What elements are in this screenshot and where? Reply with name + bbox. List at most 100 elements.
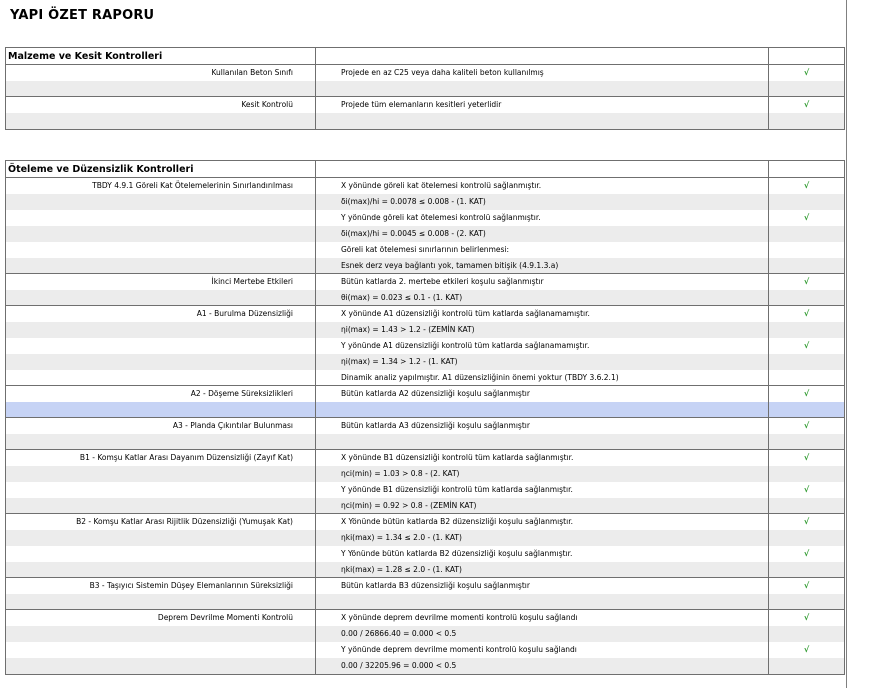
check-row-b2-komsu-katlar-arasi-rijitlik-duzensizl: B2 - Komşu Katlar Arası Rijitlik Düzensi… [6,514,844,530]
check-result-text [316,402,769,417]
check-label: B2 - Komşu Katlar Arası Rijitlik Düzensi… [6,514,316,530]
check-result-text: δi(max)/hi = 0.0078 ≤ 0.008 - (1. KAT) [316,194,769,210]
check-row-tbdy-4-9-1-goreli-kat-otelemelerinin-sin: δi(max)/hi = 0.0078 ≤ 0.008 - (1. KAT) [6,194,844,210]
check-result-text: Y yönünde A1 düzensizliği kontrolü tüm k… [316,338,769,354]
check-result-text: ηki(max) = 1.28 ≤ 2.0 - (1. KAT) [316,562,769,577]
label-empty-cell [6,530,316,546]
check-result-text: Dinamik analiz yapılmıştır. A1 düzensizl… [316,370,769,385]
check-row-ikinci-mertebe-etkileri: θi(max) = 0.023 ≤ 0.1 - (1. KAT) [6,290,844,306]
check-result-text: θi(max) = 0.023 ≤ 0.1 - (1. KAT) [316,290,769,305]
status-empty-cell [769,226,844,242]
check-result-text: 0.00 / 26866.40 = 0.000 < 0.5 [316,626,769,642]
status-empty-cell [769,290,844,305]
section-title: Malzeme ve Kesit Kontrolleri [6,48,316,64]
status-empty-cell [769,258,844,273]
section-drift-and-irregularity-checks: Öteleme ve Düzensizlik Kontrolleri TBDY 4… [5,160,845,675]
check-mark-icon: √ [803,341,810,350]
status-empty-cell [769,434,844,449]
check-row-kesit-kontrolu [6,113,844,129]
section-material-and-section-checks: Malzeme ve Kesit Kontrolleri Kullanılan B… [5,47,845,130]
check-result-text: Y Yönünde bütün katlarda B2 düzensizliği… [316,546,769,562]
check-result-text: X yönünde göreli kat ötelemesi kontrolü … [316,178,769,194]
header-empty-cell [316,48,769,64]
check-label: Deprem Devrilme Momenti Kontrolü [6,610,316,626]
check-result-text [316,434,769,449]
check-result-text: Y yönünde B1 düzensizliği kontrolü tüm k… [316,482,769,498]
check-row-ikinci-mertebe-etkileri: İkinci Mertebe Etkileri Bütün katlarda 2.… [6,274,844,290]
label-empty-cell [6,322,316,338]
check-row-tbdy-4-9-1-goreli-kat-otelemelerinin-sin: TBDY 4.9.1 Göreli Kat Ötelemelerinin Sın… [6,178,844,194]
check-mark-icon: √ [803,549,810,558]
check-result-text: X yönünde deprem devrilme momenti kontro… [316,610,769,626]
check-result-text: Bütün katlarda 2. mertebe etkileri koşul… [316,274,769,290]
label-empty-cell [6,290,316,305]
label-empty-cell [6,466,316,482]
check-result-text: X yönünde B1 düzensizliği kontrolü tüm k… [316,450,769,466]
check-row-a1-burulma-duzensizligi: ηi(max) = 1.43 > 1.2 - (ZEMİN KAT) [6,322,844,338]
check-result-text: Bütün katlarda A3 düzensizliği koşulu sa… [316,418,769,434]
check-row-b1-komsu-katlar-arasi-dayanim-duzensizli: ηci(min) = 0.92 > 0.8 - (ZEMİN KAT) [6,498,844,514]
check-result-text: Bütün katlarda A2 düzensizliği koşulu sa… [316,386,769,402]
check-row-a3-planda-cikintilar-bulunmasi: A3 - Planda Çıkıntılar Bulunması Bütün ka… [6,418,844,434]
check-row-a1-burulma-duzensizligi: A1 - Burulma Düzensizliği X yönünde A1 dü… [6,306,844,322]
label-empty-cell [6,81,316,96]
check-row-deprem-devrilme-momenti-kontrolu: 0.00 / 32205.96 = 0.000 < 0.5 [6,658,844,674]
label-empty-cell [6,498,316,513]
status-empty-cell [769,498,844,513]
check-result-text: X yönünde A1 düzensizliği kontrolü tüm k… [316,306,769,322]
check-row-a3-planda-cikintilar-bulunmasi [6,434,844,450]
check-result-text [316,113,769,129]
check-mark-icon: √ [803,421,810,430]
check-result-text [316,594,769,609]
check-mark-icon: √ [803,68,810,77]
check-row-b1-komsu-katlar-arasi-dayanim-duzensizli: B1 - Komşu Katlar Arası Dayanım Düzensiz… [6,450,844,466]
check-mark-icon: √ [803,453,810,462]
check-label: A2 - Döşeme Süreksizlikleri [6,386,316,402]
status-empty-cell [769,370,844,385]
check-label: Kesit Kontrolü [6,97,316,113]
check-mark-icon: √ [803,100,810,109]
label-empty-cell [6,338,316,354]
label-empty-cell [6,354,316,370]
check-result-text: ηki(max) = 1.34 ≤ 2.0 - (1. KAT) [316,530,769,546]
check-row-tbdy-4-9-1-goreli-kat-otelemelerinin-sin: δi(max)/hi = 0.0045 ≤ 0.008 - (2. KAT) [6,226,844,242]
status-empty-cell [769,530,844,546]
check-result-text: Y yönünde göreli kat ötelemesi kontrolü … [316,210,769,226]
page-right-border [846,0,847,688]
label-empty-cell [6,370,316,385]
check-row-tbdy-4-9-1-goreli-kat-otelemelerinin-sin: Göreli kat ötelemesi sınırlarının belirl… [6,242,844,258]
check-row-tbdy-4-9-1-goreli-kat-otelemelerinin-sin: Esnek derz veya bağlantı yok, tamamen bi… [6,258,844,274]
check-row-b1-komsu-katlar-arasi-dayanim-duzensizli: ηci(min) = 1.03 > 0.8 - (2. KAT) [6,466,844,482]
check-result-text: δi(max)/hi = 0.0045 ≤ 0.008 - (2. KAT) [316,226,769,242]
check-result-text: Projede tüm elemanların kesitleri yeterl… [316,97,769,113]
check-label: B3 - Taşıyıcı Sistemin Düşey Elemanların… [6,578,316,594]
label-empty-cell [6,434,316,449]
check-label: A1 - Burulma Düzensizliği [6,306,316,322]
check-row-tbdy-4-9-1-goreli-kat-otelemelerinin-sin: Y yönünde göreli kat ötelemesi kontrolü … [6,210,844,226]
check-result-text: ηi(max) = 1.34 > 1.2 - (1. KAT) [316,354,769,370]
check-row-a1-burulma-duzensizligi: ηi(max) = 1.34 > 1.2 - (1. KAT) [6,354,844,370]
label-empty-cell [6,594,316,609]
status-empty-cell [769,322,844,338]
label-empty-cell [6,258,316,273]
section-header: Öteleme ve Düzensizlik Kontrolleri [6,161,844,178]
report-title: YAPI ÖZET RAPORU [10,8,155,23]
header-empty-cell [316,161,769,177]
check-row-b3-tasiyici-sistemin-dusey-elemanlarinin [6,594,844,610]
check-result-text: ηci(min) = 0.92 > 0.8 - (ZEMİN KAT) [316,498,769,513]
check-result-text: Bütün katlarda B3 düzensizliği koşulu sa… [316,578,769,594]
status-empty-cell [769,466,844,482]
check-row-b3-tasiyici-sistemin-dusey-elemanlarinin: B3 - Taşıyıcı Sistemin Düşey Elemanların… [6,578,844,594]
check-row-a1-burulma-duzensizligi: Y yönünde A1 düzensizliği kontrolü tüm k… [6,338,844,354]
label-empty-cell [6,546,316,562]
check-result-text [316,81,769,96]
label-empty-cell [6,242,316,258]
check-row-deprem-devrilme-momenti-kontrolu: Deprem Devrilme Momenti Kontrolü X yönünd… [6,610,844,626]
check-row-kesit-kontrolu: Kesit Kontrolü Projede tüm elemanların ke… [6,97,844,113]
label-empty-cell [6,562,316,577]
label-empty-cell [6,642,316,658]
check-row-b2-komsu-katlar-arasi-rijitlik-duzensizl: Y Yönünde bütün katlarda B2 düzensizliği… [6,546,844,562]
check-mark-icon: √ [803,645,810,654]
check-mark-icon: √ [803,581,810,590]
check-result-text: Esnek derz veya bağlantı yok, tamamen bi… [316,258,769,273]
